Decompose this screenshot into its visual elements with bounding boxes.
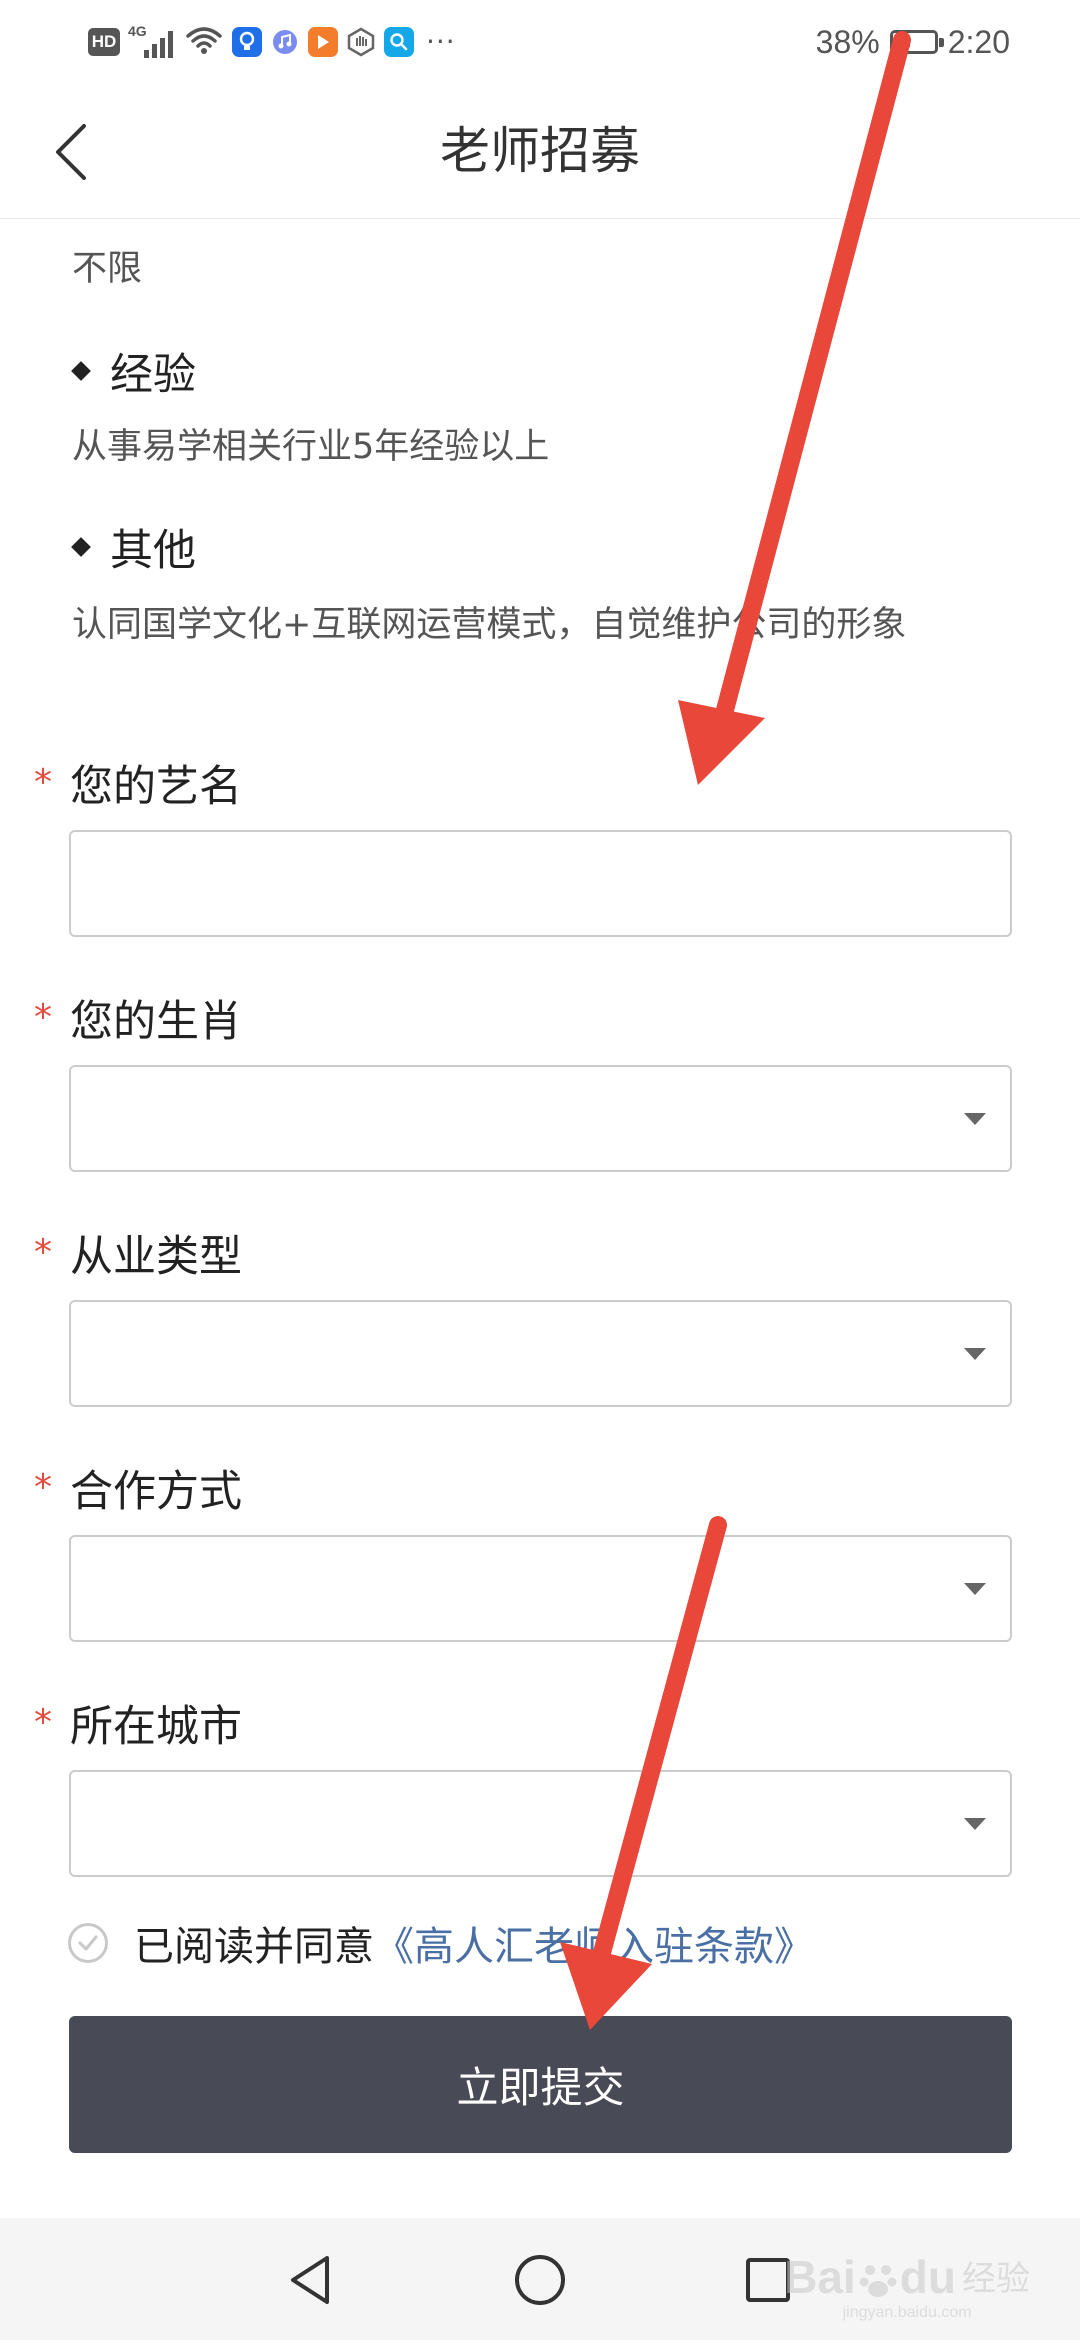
system-home-button[interactable] [502,2242,578,2318]
requirement-heading-label: 经验 [110,350,196,400]
hd-badge: HD [88,28,120,56]
status-bar-right: 38% 2:20 [816,18,1010,66]
stage-name-input[interactable] [69,830,1012,937]
field-label-city: 所在城市 [70,1702,242,1752]
checkmark-icon [78,1935,98,1951]
required-asterisk: * [34,762,52,803]
watermark-brand-suffix: du [899,2251,956,2303]
nav-header: 老师招募 [0,84,1080,219]
chevron-left-icon [56,124,86,180]
watermark-url: jingyan.baidu.com [842,2304,972,2321]
agreement-checkbox[interactable] [68,1923,108,1963]
required-asterisk: * [34,1232,52,1273]
system-back-button[interactable] [272,2242,348,2318]
battery-percent: 38% [815,23,880,60]
zodiac-select[interactable] [69,1065,1012,1172]
baidu-jingyan-watermark: Bai du 经验 jingyan.baidu.com [784,2250,1030,2322]
dropdown-caret-icon [964,1348,986,1360]
field-label-cooperation-mode: 合作方式 [70,1467,242,1517]
watermark-brand: Bai [784,2251,856,2303]
watermark-label: 经验 [962,2260,1030,2298]
overflow-notifications: ··· [426,25,456,58]
search-app-icon [384,27,414,57]
requirement-heading-other: 其他 [71,516,196,578]
requirement-partial-text: 不限 [72,249,143,289]
field-label-zodiac: 您的生肖 [70,997,242,1047]
required-asterisk: * [34,997,52,1038]
battery-icon [889,30,944,54]
field-label-stage-name: 您的艺名 [70,762,242,812]
agreement-text: 已阅读并同意 [134,1924,374,1970]
agreement-row: 已阅读并同意 《高人汇老师入驻条款》 [68,1908,814,1978]
required-asterisk: * [34,1702,52,1743]
field-label-profession-type: 从业类型 [70,1232,242,1282]
paw-icon [859,2265,897,2297]
dropdown-caret-icon [964,1818,986,1830]
requirement-heading-experience: 经验 [71,340,196,402]
dropdown-caret-icon [964,1113,986,1125]
profession-type-select[interactable] [69,1300,1012,1407]
video-app-icon [308,27,338,57]
battery-level-fill [895,36,910,48]
submit-button[interactable]: 立即提交 [69,2016,1012,2153]
wifi-icon [184,24,224,60]
required-asterisk: * [34,1467,52,1508]
city-select[interactable] [69,1770,1012,1877]
lightbulb-app-icon [232,27,262,57]
status-bar-left: HD 4G ··· [88,18,456,66]
page-title: 老师招募 [440,122,640,180]
circle-home-icon [515,2255,565,2305]
hand-app-icon [346,27,376,57]
diamond-bullet-icon [71,361,91,381]
diamond-bullet-icon [71,537,91,557]
cooperation-mode-select[interactable] [69,1535,1012,1642]
music-app-icon [270,27,300,57]
dropdown-caret-icon [964,1583,986,1595]
requirement-body-other: 认同国学文化+互联网运营模式，自觉维护公司的形象 [72,605,907,645]
status-bar: HD 4G ··· 38% 2:20 [0,0,1080,84]
triangle-back-icon [291,2256,329,2304]
requirement-heading-label: 其他 [110,526,196,576]
back-button[interactable] [50,112,130,192]
requirement-body-experience: 从事易学相关行业5年经验以上 [72,427,550,467]
cellular-signal-icon: 4G [128,24,176,60]
clock: 2:20 [947,23,1010,60]
agreement-terms-link[interactable]: 《高人汇老师入驻条款》 [374,1914,814,1972]
